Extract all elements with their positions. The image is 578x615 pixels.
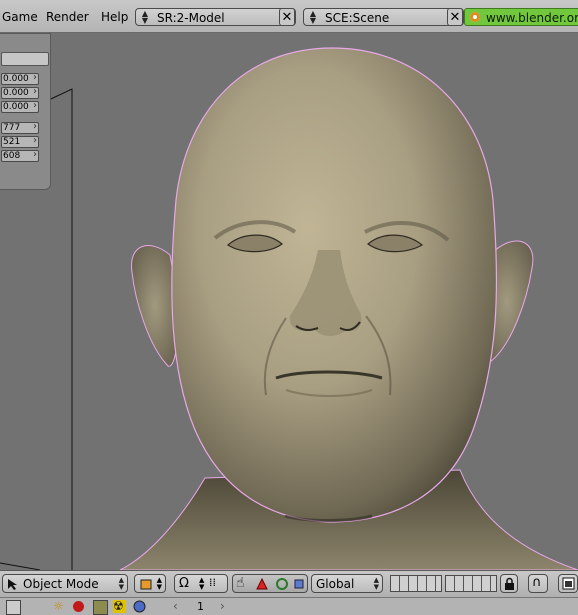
- scale-icon[interactable]: [293, 578, 305, 590]
- translate-icon[interactable]: [255, 577, 269, 591]
- scene-selector[interactable]: ▲ ▼ SCE:Scene ✕: [303, 8, 464, 26]
- top-menu-bar: Game Render Help ▲ ▼ SR:2-Model ✕ ▲ ▼ SCE:…: [0, 0, 578, 33]
- magnet-icon: ∩: [532, 575, 542, 590]
- rotate-icon[interactable]: [275, 577, 289, 591]
- screen-name-label: SR:2-Model: [157, 11, 225, 25]
- head-model[interactable]: [0, 33, 578, 570]
- snap-button[interactable]: ∩: [528, 574, 548, 593]
- arrows-updown-icon: ▲ ▼: [199, 576, 205, 591]
- frame-decrement[interactable]: ‹: [173, 599, 178, 613]
- lock-icon: [505, 577, 514, 590]
- sun-icon[interactable]: ☼: [53, 600, 66, 613]
- arrows-updown-icon: ▲ ▼: [373, 576, 379, 591]
- arrows-updown-icon[interactable]: ▲ ▼: [138, 10, 152, 25]
- menu-help[interactable]: Help: [101, 10, 128, 24]
- mode-label: Object Mode: [23, 577, 99, 591]
- lock-button[interactable]: [500, 574, 518, 593]
- arrows-updown-icon: ▲ ▼: [156, 576, 162, 591]
- object-box-icon: [140, 579, 152, 590]
- close-icon[interactable]: ✕: [279, 8, 295, 26]
- render-icon: [562, 577, 575, 590]
- globe-icon[interactable]: [133, 600, 146, 613]
- buttons-window-header: ☼ ☢ ‹ 1 ›: [0, 597, 578, 615]
- website-label: www.blender.org: [486, 11, 578, 25]
- scene-name-label: SCE:Scene: [325, 11, 390, 25]
- sphere-icon[interactable]: [72, 600, 85, 613]
- mode-selector[interactable]: Object Mode ▲ ▼: [2, 574, 128, 593]
- draw-type-selector[interactable]: ▲ ▼: [134, 574, 166, 593]
- menu-render[interactable]: Render: [46, 10, 89, 24]
- radiation-icon[interactable]: ☢: [113, 600, 126, 613]
- menu-game[interactable]: Game: [2, 10, 38, 24]
- view-icon[interactable]: [6, 600, 21, 615]
- dots-icon: ⁞⁞: [209, 576, 216, 589]
- orientation-label: Global: [316, 577, 355, 591]
- arrows-updown-icon[interactable]: ▲ ▼: [306, 10, 320, 25]
- blender-logo-icon: [470, 12, 480, 22]
- 3d-view-header: Object Mode ▲ ▼ ▲ ▼ Ω ▲ ▼ ⁞⁞ ☝ Global ▲ ▼: [0, 570, 578, 597]
- arrows-updown-icon: ▲ ▼: [118, 576, 124, 591]
- cursor-icon: [8, 579, 17, 590]
- hand-icon[interactable]: ☝: [236, 575, 245, 591]
- layer-buttons-2[interactable]: [445, 575, 497, 592]
- website-link-button[interactable]: www.blender.org: [464, 8, 578, 26]
- render-button[interactable]: [558, 574, 578, 593]
- close-icon[interactable]: ✕: [447, 8, 463, 26]
- pivot-icon: Ω: [179, 576, 189, 591]
- frame-increment[interactable]: ›: [220, 599, 225, 613]
- pivot-selector[interactable]: Ω ▲ ▼ ⁞⁞: [174, 574, 228, 593]
- orientation-selector[interactable]: Global ▲ ▼: [311, 574, 383, 593]
- manipulator-group: ☝: [232, 574, 308, 593]
- frame-number[interactable]: 1: [197, 600, 204, 613]
- screen-selector[interactable]: ▲ ▼ SR:2-Model ✕: [135, 8, 296, 26]
- world-icon[interactable]: [93, 600, 108, 615]
- 3d-viewport[interactable]: 0.000 0.000 0.000 777 521 608: [0, 33, 578, 570]
- layer-buttons-1[interactable]: [390, 575, 442, 592]
